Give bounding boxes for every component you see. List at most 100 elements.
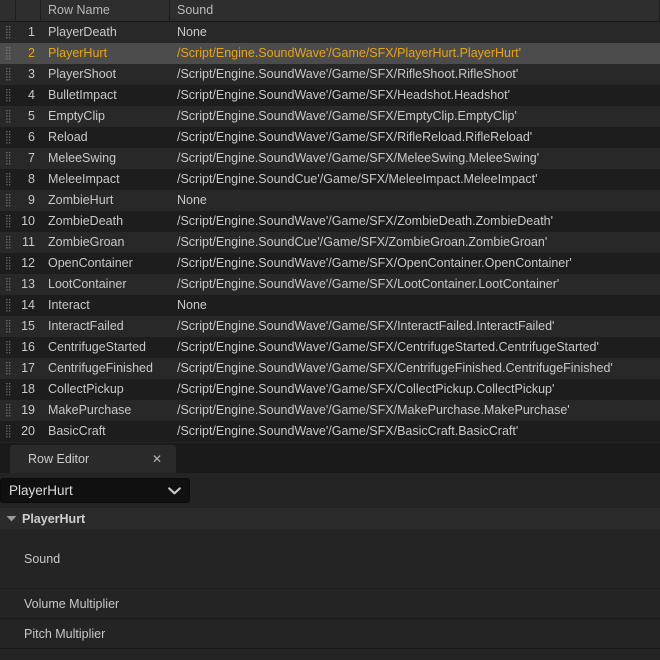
table-row[interactable]: 1 PlayerDeath None bbox=[0, 22, 660, 43]
table-row[interactable]: 2 PlayerHurt/Script/Engine.SoundWave'/Gam… bbox=[0, 43, 660, 64]
row-drag-handle-icon[interactable] bbox=[0, 64, 16, 85]
row-sound-cell[interactable]: None bbox=[170, 295, 660, 316]
struct-section-title: PlayerHurt bbox=[22, 511, 86, 526]
table-row[interactable]: 7 MeleeSwing/Script/Engine.SoundWave'/Gam… bbox=[0, 148, 660, 169]
row-sound-cell[interactable]: /Script/Engine.SoundWave'/Game/SFX/Inter… bbox=[170, 316, 660, 337]
row-sound-cell[interactable]: None bbox=[170, 190, 660, 211]
row-name-cell[interactable]: InteractFailed bbox=[41, 316, 170, 337]
row-name-cell[interactable]: BulletImpact bbox=[41, 85, 170, 106]
table-row[interactable]: 20 BasicCraft/Script/Engine.SoundWave'/Ga… bbox=[0, 421, 660, 442]
table-row[interactable]: 19 MakePurchase/Script/Engine.SoundWave'/… bbox=[0, 400, 660, 421]
row-sound-cell[interactable]: /Script/Engine.SoundWave'/Game/SFX/Playe… bbox=[170, 43, 660, 64]
triangle-down-icon[interactable] bbox=[0, 515, 22, 522]
column-header-grip bbox=[0, 0, 16, 22]
row-index: 3 bbox=[28, 67, 35, 81]
row-index: 5 bbox=[28, 109, 35, 123]
row-drag-handle-icon[interactable] bbox=[0, 22, 16, 43]
row-name-cell[interactable]: CollectPickup bbox=[41, 379, 170, 400]
row-sound-cell[interactable]: /Script/Engine.SoundWave'/Game/SFX/Centr… bbox=[170, 337, 660, 358]
row-sound-cell[interactable]: /Script/Engine.SoundWave'/Game/SFX/LootC… bbox=[170, 274, 660, 295]
row-drag-handle-icon[interactable] bbox=[0, 400, 16, 421]
row-drag-handle-icon[interactable] bbox=[0, 169, 16, 190]
row-name-cell[interactable]: ZombieHurt bbox=[41, 190, 170, 211]
table-row[interactable]: 14 Interact None bbox=[0, 295, 660, 316]
table-row[interactable]: 9 ZombieHurt None bbox=[0, 190, 660, 211]
row-index: 17 bbox=[21, 361, 35, 375]
row-name-cell[interactable]: EmptyClip bbox=[41, 106, 170, 127]
row-index: 10 bbox=[21, 214, 35, 228]
struct-section-header[interactable]: PlayerHurt bbox=[0, 508, 660, 529]
row-sound-cell[interactable]: /Script/Engine.SoundWave'/Game/SFX/OpenC… bbox=[170, 253, 660, 274]
row-sound-cell[interactable]: None bbox=[170, 22, 660, 43]
row-drag-handle-icon[interactable] bbox=[0, 295, 16, 316]
row-index: 13 bbox=[21, 277, 35, 291]
column-header-row-name[interactable]: Row Name bbox=[41, 0, 170, 22]
property-row: Volume Multiplier bbox=[0, 589, 660, 619]
row-name-cell[interactable]: MeleeImpact bbox=[41, 169, 170, 190]
row-drag-handle-icon[interactable] bbox=[0, 253, 16, 274]
table-row[interactable]: 18 CollectPickup/Script/Engine.SoundWave'… bbox=[0, 379, 660, 400]
row-index: 18 bbox=[21, 382, 35, 396]
table-row[interactable]: 4 BulletImpact/Script/Engine.SoundWave'/G… bbox=[0, 85, 660, 106]
row-sound-cell[interactable]: /Script/Engine.SoundCue'/Game/SFX/MeleeI… bbox=[170, 169, 660, 190]
table-row[interactable]: 8 MeleeImpact/Script/Engine.SoundCue'/Gam… bbox=[0, 169, 660, 190]
row-sound-cell[interactable]: /Script/Engine.SoundWave'/Game/SFX/Empty… bbox=[170, 106, 660, 127]
table-row[interactable]: 15 InteractFailed/Script/Engine.SoundWave… bbox=[0, 316, 660, 337]
row-sound-cell[interactable]: /Script/Engine.SoundWave'/Game/SFX/Centr… bbox=[170, 358, 660, 379]
close-icon[interactable]: ✕ bbox=[144, 453, 176, 465]
row-name-cell[interactable]: MakePurchase bbox=[41, 400, 170, 421]
row-name-cell[interactable]: CentrifugeStarted bbox=[41, 337, 170, 358]
row-drag-handle-icon[interactable] bbox=[0, 358, 16, 379]
row-sound-cell[interactable]: /Script/Engine.SoundWave'/Game/SFX/Colle… bbox=[170, 379, 660, 400]
row-selector-dropdown[interactable]: PlayerHurt bbox=[0, 478, 190, 503]
tab-row-editor-label: Row Editor bbox=[28, 452, 90, 466]
row-sound-cell[interactable]: /Script/Engine.SoundWave'/Game/SFX/Zombi… bbox=[170, 211, 660, 232]
row-drag-handle-icon[interactable] bbox=[0, 211, 16, 232]
row-name-cell[interactable]: Interact bbox=[41, 295, 170, 316]
row-name-cell[interactable]: ZombieDeath bbox=[41, 211, 170, 232]
table-row[interactable]: 17 CentrifugeFinished/Script/Engine.Sound… bbox=[0, 358, 660, 379]
row-index: 4 bbox=[28, 88, 35, 102]
row-sound-cell[interactable]: /Script/Engine.SoundWave'/Game/SFX/Heads… bbox=[170, 85, 660, 106]
row-drag-handle-icon[interactable] bbox=[0, 43, 16, 64]
row-sound-cell[interactable]: /Script/Engine.SoundWave'/Game/SFX/Basic… bbox=[170, 421, 660, 442]
row-name-cell[interactable]: Reload bbox=[41, 127, 170, 148]
row-sound-cell[interactable]: /Script/Engine.SoundCue'/Game/SFX/Zombie… bbox=[170, 232, 660, 253]
row-sound-cell[interactable]: /Script/Engine.SoundWave'/Game/SFX/Melee… bbox=[170, 148, 660, 169]
row-sound-cell[interactable]: /Script/Engine.SoundWave'/Game/SFX/MakeP… bbox=[170, 400, 660, 421]
row-name-cell[interactable]: ZombieGroan bbox=[41, 232, 170, 253]
chevron-down-icon bbox=[159, 486, 189, 495]
row-sound-cell[interactable]: /Script/Engine.SoundWave'/Game/SFX/Rifle… bbox=[170, 64, 660, 85]
row-name-cell[interactable]: BasicCraft bbox=[41, 421, 170, 442]
row-name-cell[interactable]: MeleeSwing bbox=[41, 148, 170, 169]
table-row[interactable]: 13 LootContainer/Script/Engine.SoundWave'… bbox=[0, 274, 660, 295]
column-header-sound[interactable]: Sound bbox=[170, 0, 660, 22]
row-name-cell[interactable]: PlayerHurt bbox=[41, 43, 170, 64]
row-drag-handle-icon[interactable] bbox=[0, 85, 16, 106]
table-row[interactable]: 16 CentrifugeStarted/Script/Engine.SoundW… bbox=[0, 337, 660, 358]
table-row[interactable]: 12 OpenContainer/Script/Engine.SoundWave'… bbox=[0, 253, 660, 274]
table-row[interactable]: 6 Reload/Script/Engine.SoundWave'/Game/SF… bbox=[0, 127, 660, 148]
row-drag-handle-icon[interactable] bbox=[0, 274, 16, 295]
row-drag-handle-icon[interactable] bbox=[0, 127, 16, 148]
row-drag-handle-icon[interactable] bbox=[0, 421, 16, 442]
row-drag-handle-icon[interactable] bbox=[0, 148, 16, 169]
row-name-cell[interactable]: PlayerShoot bbox=[41, 64, 170, 85]
row-drag-handle-icon[interactable] bbox=[0, 337, 16, 358]
row-drag-handle-icon[interactable] bbox=[0, 232, 16, 253]
table-row[interactable]: 10 ZombieDeath/Script/Engine.SoundWave'/G… bbox=[0, 211, 660, 232]
row-drag-handle-icon[interactable] bbox=[0, 316, 16, 337]
row-name-cell[interactable]: PlayerDeath bbox=[41, 22, 170, 43]
row-drag-handle-icon[interactable] bbox=[0, 379, 16, 400]
row-drag-handle-icon[interactable] bbox=[0, 106, 16, 127]
row-index: 11 bbox=[22, 235, 35, 249]
row-name-cell[interactable]: LootContainer bbox=[41, 274, 170, 295]
row-sound-cell[interactable]: /Script/Engine.SoundWave'/Game/SFX/Rifle… bbox=[170, 127, 660, 148]
row-name-cell[interactable]: CentrifugeFinished bbox=[41, 358, 170, 379]
table-row[interactable]: 11 ZombieGroan/Script/Engine.SoundCue'/Ga… bbox=[0, 232, 660, 253]
tab-row-editor[interactable]: Row Editor ✕ bbox=[10, 445, 176, 473]
row-drag-handle-icon[interactable] bbox=[0, 190, 16, 211]
table-row[interactable]: 3 PlayerShoot/Script/Engine.SoundWave'/Ga… bbox=[0, 64, 660, 85]
row-name-cell[interactable]: OpenContainer bbox=[41, 253, 170, 274]
table-row[interactable]: 5 EmptyClip/Script/Engine.SoundWave'/Game… bbox=[0, 106, 660, 127]
